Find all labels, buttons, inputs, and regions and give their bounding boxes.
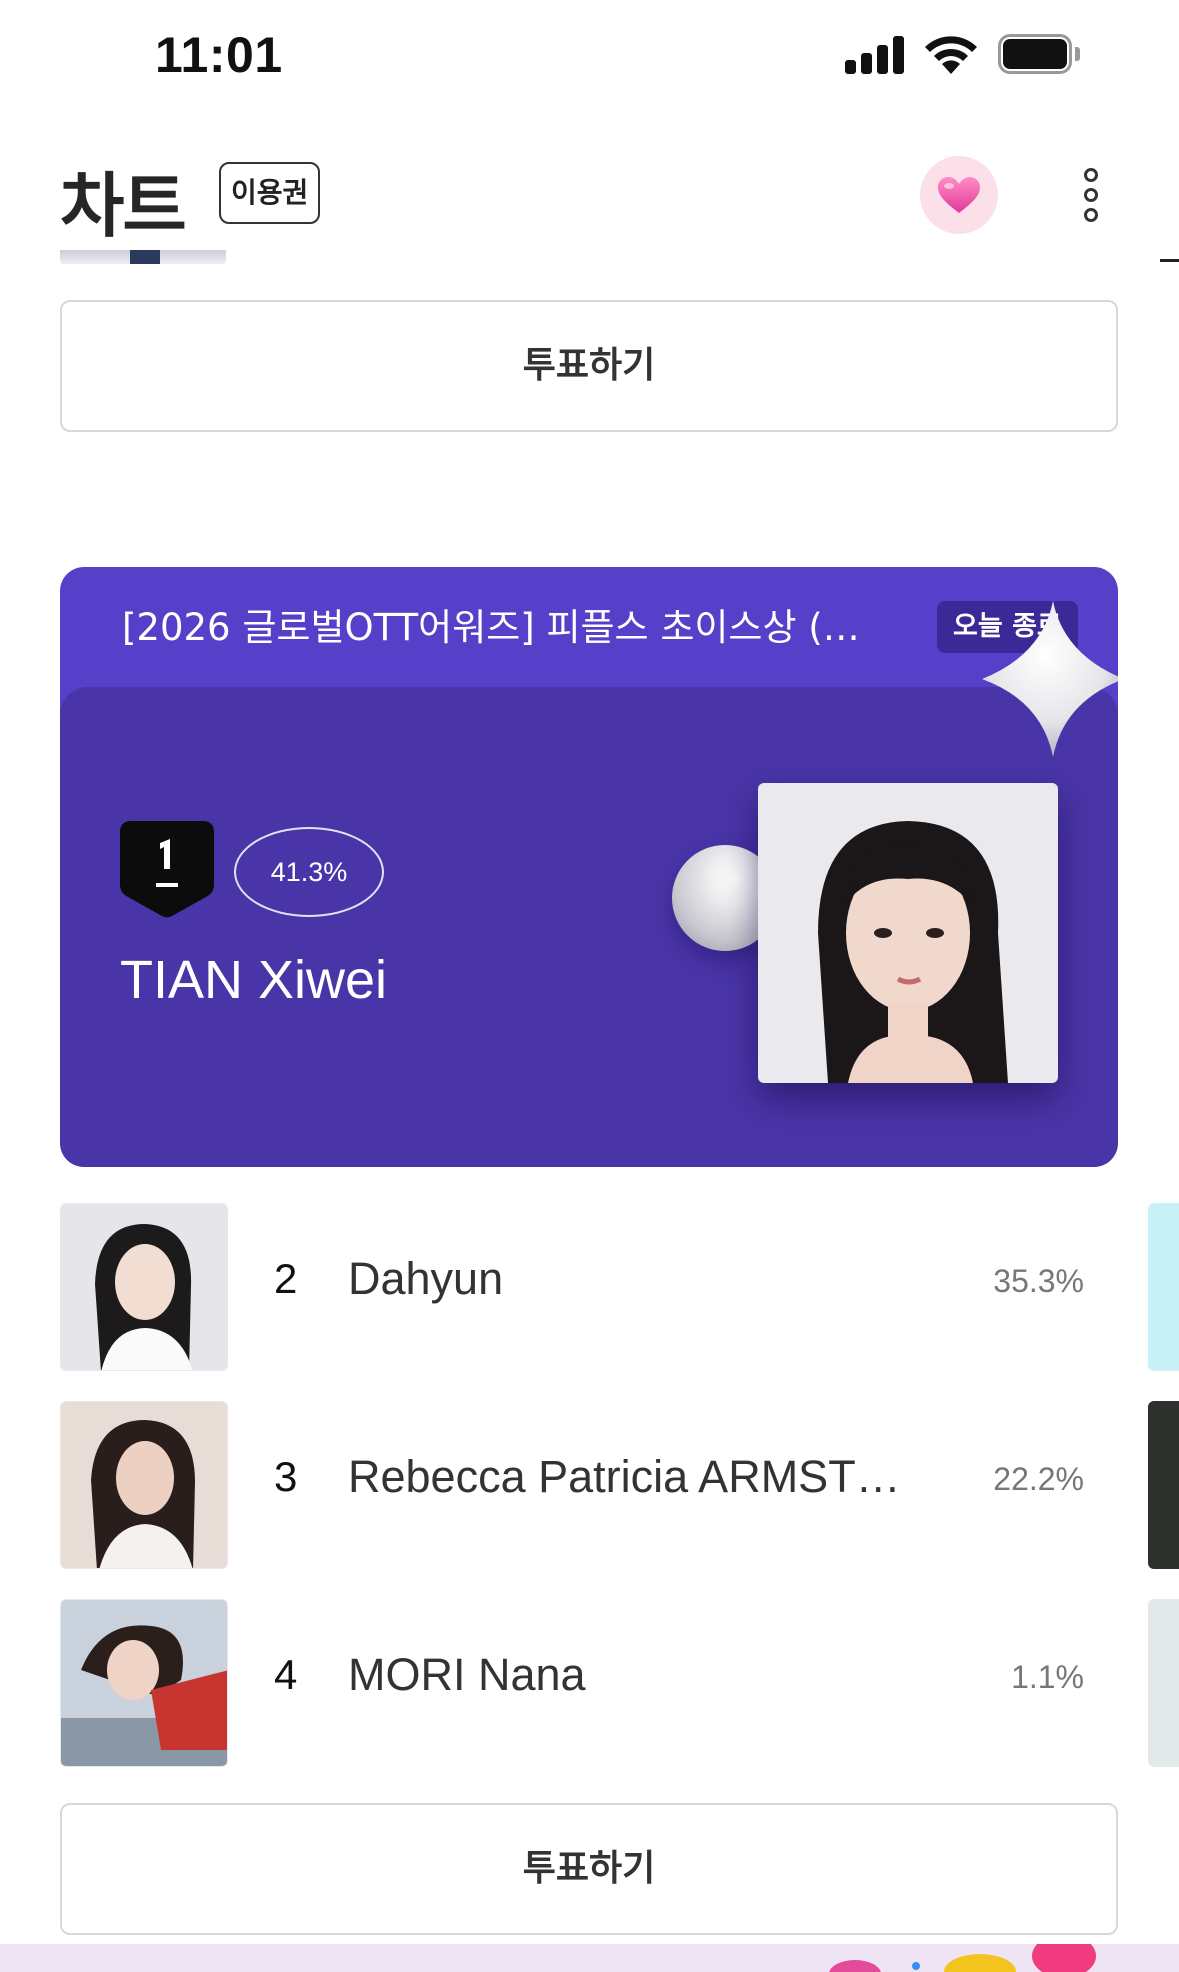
edge-divider	[1160, 259, 1179, 262]
next-card-peek	[1148, 1203, 1179, 1371]
vote-button-bottom[interactable]: 투표하기	[60, 1803, 1118, 1935]
next-card-peek	[1148, 1599, 1179, 1767]
vote-button-top[interactable]: 투표하기	[60, 300, 1118, 432]
contestant-photo	[60, 1599, 228, 1767]
status-time: 11:01	[155, 27, 283, 83]
ranking-row[interactable]: 4 MORI Nana 1.1%	[0, 1599, 1179, 1767]
event-title: [2026 글로벌OTT어워즈] 피플스 초이스상 (…	[122, 606, 860, 649]
row-percent: 1.1%	[1011, 1659, 1084, 1695]
winner-percent: 41.3%	[234, 827, 384, 917]
ranking-row[interactable]: 2 Dahyun 35.3%	[0, 1203, 1179, 1371]
contestant-photo	[60, 1203, 228, 1371]
battery-icon	[998, 34, 1080, 74]
star-decoration	[982, 601, 1118, 757]
row-rank: 4	[274, 1651, 298, 1698]
rank-1-badge-icon	[120, 821, 214, 918]
next-card-peek	[1148, 1401, 1179, 1569]
ranking-row[interactable]: 3 Rebecca Patricia ARMST… 22.2%	[0, 1401, 1179, 1569]
winner-photo	[758, 783, 1058, 1083]
row-percent: 35.3%	[993, 1263, 1084, 1299]
winner-panel: 41.3% TIAN Xiwei	[60, 687, 1118, 1167]
heart-icon	[938, 177, 980, 213]
vote-event-card[interactable]: [2026 글로벌OTT어워즈] 피플스 초이스상 (… 오늘 종료 41.3%…	[60, 567, 1118, 1167]
contestant-photo	[60, 1401, 228, 1569]
status-bar: 11:01	[0, 0, 1179, 110]
row-rank: 3	[274, 1453, 298, 1500]
wifi-icon	[925, 36, 977, 74]
winner-name: TIAN Xiwei	[120, 950, 388, 1010]
row-name: Rebecca Patricia ARMST…	[348, 1451, 901, 1502]
row-name: Dahyun	[348, 1253, 504, 1304]
promo-banner-edge[interactable]	[0, 1944, 1179, 1972]
scrolled-thumbnail-edge	[60, 250, 226, 264]
page-title: 차트	[60, 165, 187, 247]
row-percent: 22.2%	[993, 1461, 1084, 1497]
row-name: MORI Nana	[348, 1649, 586, 1700]
app-header: 차트 이용권	[0, 140, 1179, 250]
pass-badge-button[interactable]: 이용권	[219, 162, 321, 224]
cellular-signal-icon	[845, 34, 905, 74]
row-rank: 2	[274, 1255, 298, 1302]
heart-button[interactable]	[920, 156, 998, 234]
more-options-button[interactable]	[1074, 168, 1108, 224]
